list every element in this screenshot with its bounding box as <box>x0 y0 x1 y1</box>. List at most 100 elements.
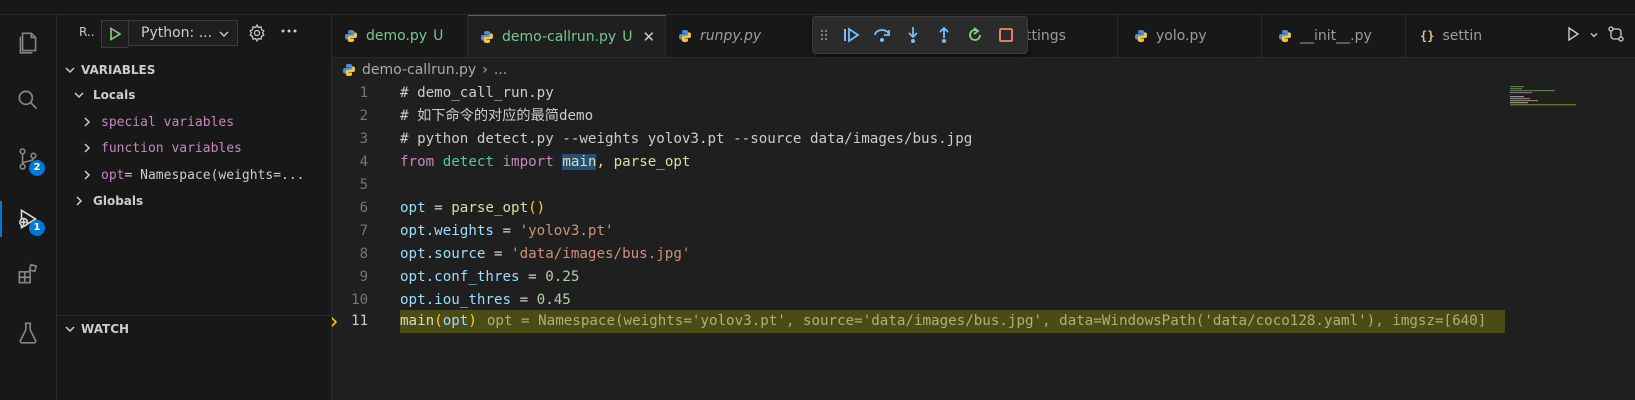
tab-init-py[interactable]: __init__.py <box>1262 15 1406 57</box>
gear-icon <box>249 23 265 43</box>
step-out-button[interactable] <box>928 17 959 53</box>
open-launch-json-button[interactable] <box>247 23 267 43</box>
python-file-icon <box>481 30 493 43</box>
step-over-button[interactable] <box>866 17 897 53</box>
line-number: 11 <box>351 313 368 329</box>
variables-title: VARIABLES <box>81 63 156 77</box>
editor-actions <box>1545 15 1635 57</box>
tab-yolo-py[interactable]: yolo.py <box>1118 15 1262 57</box>
explorer-icon[interactable] <box>0 19 56 67</box>
code-text: main(opt) opt = Namespace(weights='yolov3… <box>400 313 1487 329</box>
code-text: opt.conf_thres = 0.25 <box>400 269 580 285</box>
inline-variable-value: opt = Namespace(weights='yolov3.pt', sou… <box>486 313 1487 329</box>
variables-section-header[interactable]: VARIABLES <box>57 59 331 81</box>
tab-settings-json-2[interactable]: {} settin <box>1406 15 1526 57</box>
tab-label: yolo.py <box>1156 28 1207 44</box>
variable-name: special variables <box>101 114 235 130</box>
watch-section-header[interactable]: WATCH <box>57 318 331 340</box>
chevron-down-icon <box>65 67 75 74</box>
locals-scope[interactable]: Locals <box>57 83 331 107</box>
locals-label: Locals <box>93 88 136 102</box>
current-execution-line: 11 main(opt) opt = Namespace(weights='yol… <box>332 310 1635 333</box>
variable-name: function variables <box>101 140 242 156</box>
ellipsis-icon <box>281 29 297 33</box>
extensions-icon[interactable] <box>0 250 56 298</box>
breadcrumb-symbol[interactable]: ... <box>494 62 507 78</box>
tab-label: demo.py <box>366 28 428 44</box>
chevron-right-icon <box>84 170 91 180</box>
debug-toolbar: R.. Python: ... <box>57 15 331 51</box>
title-bar-strip <box>0 0 1635 15</box>
chevron-right-icon <box>84 143 91 153</box>
chevron-down-icon <box>74 92 84 99</box>
tab-untracked-indicator: U <box>433 28 444 44</box>
variable-value: = Namespace(weights=... <box>124 167 305 183</box>
line-number: 3 <box>359 131 368 147</box>
globals-label: Globals <box>93 194 144 208</box>
run-dropdown-button[interactable] <box>1589 29 1599 44</box>
step-out-icon <box>938 26 949 43</box>
line-number: 2 <box>359 108 368 124</box>
testing-icon[interactable] <box>0 309 56 357</box>
search-icon[interactable] <box>0 76 56 124</box>
code-text: opt = parse_opt() <box>400 200 546 216</box>
code-text: opt.weights = 'yolov3.pt' <box>400 223 614 239</box>
chevron-down-icon <box>219 31 229 37</box>
code-line: 2 # 如下命令的对应的最简demo <box>332 105 1635 128</box>
run-debug-icon[interactable]: 1 <box>0 195 56 243</box>
play-icon <box>1568 26 1580 42</box>
tab-demo-py[interactable]: demo.py U <box>332 15 468 57</box>
tab-untracked-indicator: U <box>622 28 633 45</box>
chevron-down-icon <box>65 326 75 333</box>
close-icon[interactable]: ✕ <box>642 28 655 46</box>
start-debugging-button[interactable] <box>101 20 128 48</box>
python-file-icon <box>1279 30 1291 42</box>
launch-config-label: Python: ... <box>141 25 213 41</box>
minimap[interactable] <box>1510 86 1580 106</box>
python-file-icon <box>345 30 357 42</box>
step-into-button[interactable] <box>897 17 928 53</box>
line-number: 9 <box>359 269 368 285</box>
stop-icon <box>998 28 1013 42</box>
variable-row-function-variables[interactable]: function variables <box>57 136 331 160</box>
more-actions-button[interactable] <box>279 21 299 41</box>
line-number: 10 <box>351 292 368 308</box>
activity-bar: 2 1 <box>0 15 57 400</box>
code-line: 4 from detect import main, parse_opt <box>332 151 1635 174</box>
drag-handle-icon[interactable] <box>813 28 835 42</box>
code-text: from detect import main, parse_opt <box>400 154 691 170</box>
section-divider <box>57 315 331 316</box>
stop-button[interactable] <box>990 17 1021 53</box>
tab-demo-callrun-py[interactable]: demo-callrun.py U ✕ <box>468 15 666 57</box>
code-editor[interactable]: 1 # demo_call_run.py 2 # 如下命令的对应的最简demo … <box>332 82 1635 400</box>
launch-config-select[interactable]: Python: ... <box>128 20 238 46</box>
globals-scope[interactable]: Globals <box>57 189 331 213</box>
tab-settings-json[interactable]: ttings <box>1014 15 1118 57</box>
compare-changes-icon <box>1608 26 1624 42</box>
open-changes-button[interactable] <box>1607 25 1625 47</box>
chevron-right-icon <box>76 196 83 206</box>
code-line: 5 <box>332 174 1635 197</box>
source-control-badge: 2 <box>29 160 45 176</box>
tab-label: demo-callrun.py <box>502 28 617 45</box>
code-line: 9 opt.conf_thres = 0.25 <box>332 266 1635 289</box>
code-text: # 如下命令的对应的最简demo <box>400 108 594 124</box>
run-python-file-button[interactable] <box>1565 26 1581 46</box>
code-text: # python detect.py --weights yolov3.pt -… <box>400 131 973 147</box>
run-view-title: R.. <box>79 25 95 39</box>
code-text: opt.source = 'data/images/bus.jpg' <box>400 246 691 262</box>
run-debug-badge: 1 <box>29 220 45 236</box>
variable-row-special-variables[interactable]: special variables <box>57 110 331 134</box>
code-line: 8 opt.source = 'data/images/bus.jpg' <box>332 243 1635 266</box>
continue-button[interactable] <box>835 17 866 53</box>
restart-button[interactable] <box>959 17 990 53</box>
code-line: 1 # demo_call_run.py <box>332 82 1635 105</box>
step-over-icon <box>873 29 890 42</box>
tab-runpy-py[interactable]: runpy.py <box>666 15 816 57</box>
tab-label: ttings <box>1026 28 1066 44</box>
source-control-icon[interactable]: 2 <box>0 135 56 183</box>
code-line: 7 opt.weights = 'yolov3.pt' <box>332 220 1635 243</box>
variable-row-opt[interactable]: opt = Namespace(weights=... <box>57 163 331 187</box>
breadcrumb-file[interactable]: demo-callrun.py <box>362 62 476 78</box>
json-file-icon: {} <box>1420 29 1435 43</box>
